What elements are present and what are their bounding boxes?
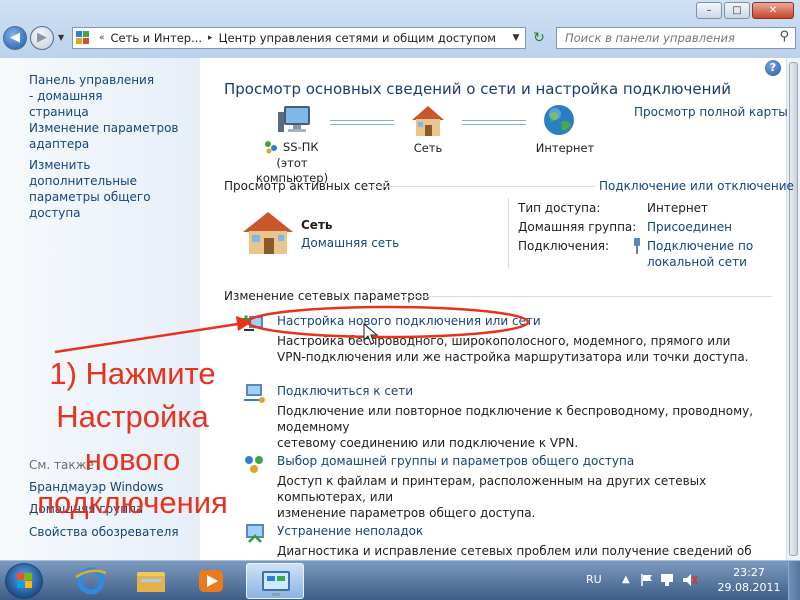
- windows-logo-icon: [17, 573, 32, 588]
- show-desktop-button[interactable]: [788, 561, 800, 600]
- windows-explorer-icon: [137, 572, 165, 592]
- taskbar-network-center-button[interactable]: [246, 563, 304, 599]
- taskbar-ie-button[interactable]: [62, 563, 120, 599]
- taskbar-media-player-button[interactable]: [182, 563, 240, 599]
- internet-explorer-icon: [75, 567, 107, 595]
- show-hidden-icons-icon[interactable]: ▲: [622, 574, 630, 585]
- hand-cursor-icon: [363, 322, 379, 345]
- clock-time: 23:27: [733, 566, 765, 579]
- network-icon[interactable]: [660, 573, 674, 587]
- volume-icon[interactable]: [682, 573, 698, 587]
- media-player-icon: [199, 570, 223, 592]
- highlight-ellipse: [246, 305, 530, 339]
- start-button[interactable]: [5, 563, 43, 599]
- annotation-instruction: 1) Нажмите Настройка нового подключения: [37, 356, 228, 520]
- clock[interactable]: 23:27 29.08.2011: [716, 565, 782, 595]
- annotation-arrow-head: [236, 316, 252, 331]
- network-center-icon: [262, 571, 290, 596]
- action-center-flag-icon[interactable]: [640, 573, 654, 587]
- language-indicator[interactable]: RU: [586, 573, 602, 586]
- taskbar-explorer-button[interactable]: [122, 563, 180, 599]
- annotation-arrow-line: [54, 322, 239, 354]
- clock-date: 29.08.2011: [717, 581, 781, 594]
- taskbar: RU ▲ 23:27 29.08.2011: [0, 560, 800, 600]
